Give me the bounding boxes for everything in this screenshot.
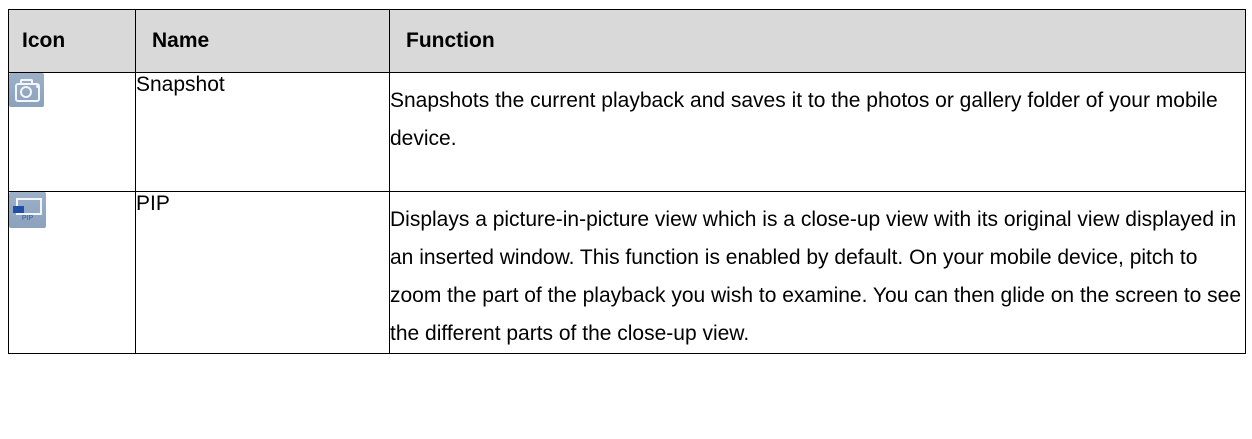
- table-row: PIP PIP Displays a picture-in-picture vi…: [8, 191, 1246, 354]
- function-cell: Snapshots the current playback and saves…: [389, 72, 1246, 192]
- icon-cell: [8, 72, 136, 192]
- function-cell: Displays a picture-in-picture view which…: [389, 191, 1246, 354]
- camera-icon: [9, 73, 44, 107]
- header-name: Name: [135, 9, 390, 73]
- icon-cell: PIP: [8, 191, 136, 354]
- pip-icon: PIP: [9, 192, 46, 228]
- pip-icon-label: PIP: [21, 215, 34, 222]
- function-table: Icon Name Function Snapshot Snapshots th…: [8, 9, 1246, 354]
- name-cell: PIP: [135, 191, 390, 354]
- table-header-row: Icon Name Function: [8, 9, 1246, 73]
- name-cell: Snapshot: [135, 72, 390, 192]
- table-row: Snapshot Snapshots the current playback …: [8, 72, 1246, 192]
- header-icon: Icon: [8, 9, 136, 73]
- header-function: Function: [389, 9, 1246, 73]
